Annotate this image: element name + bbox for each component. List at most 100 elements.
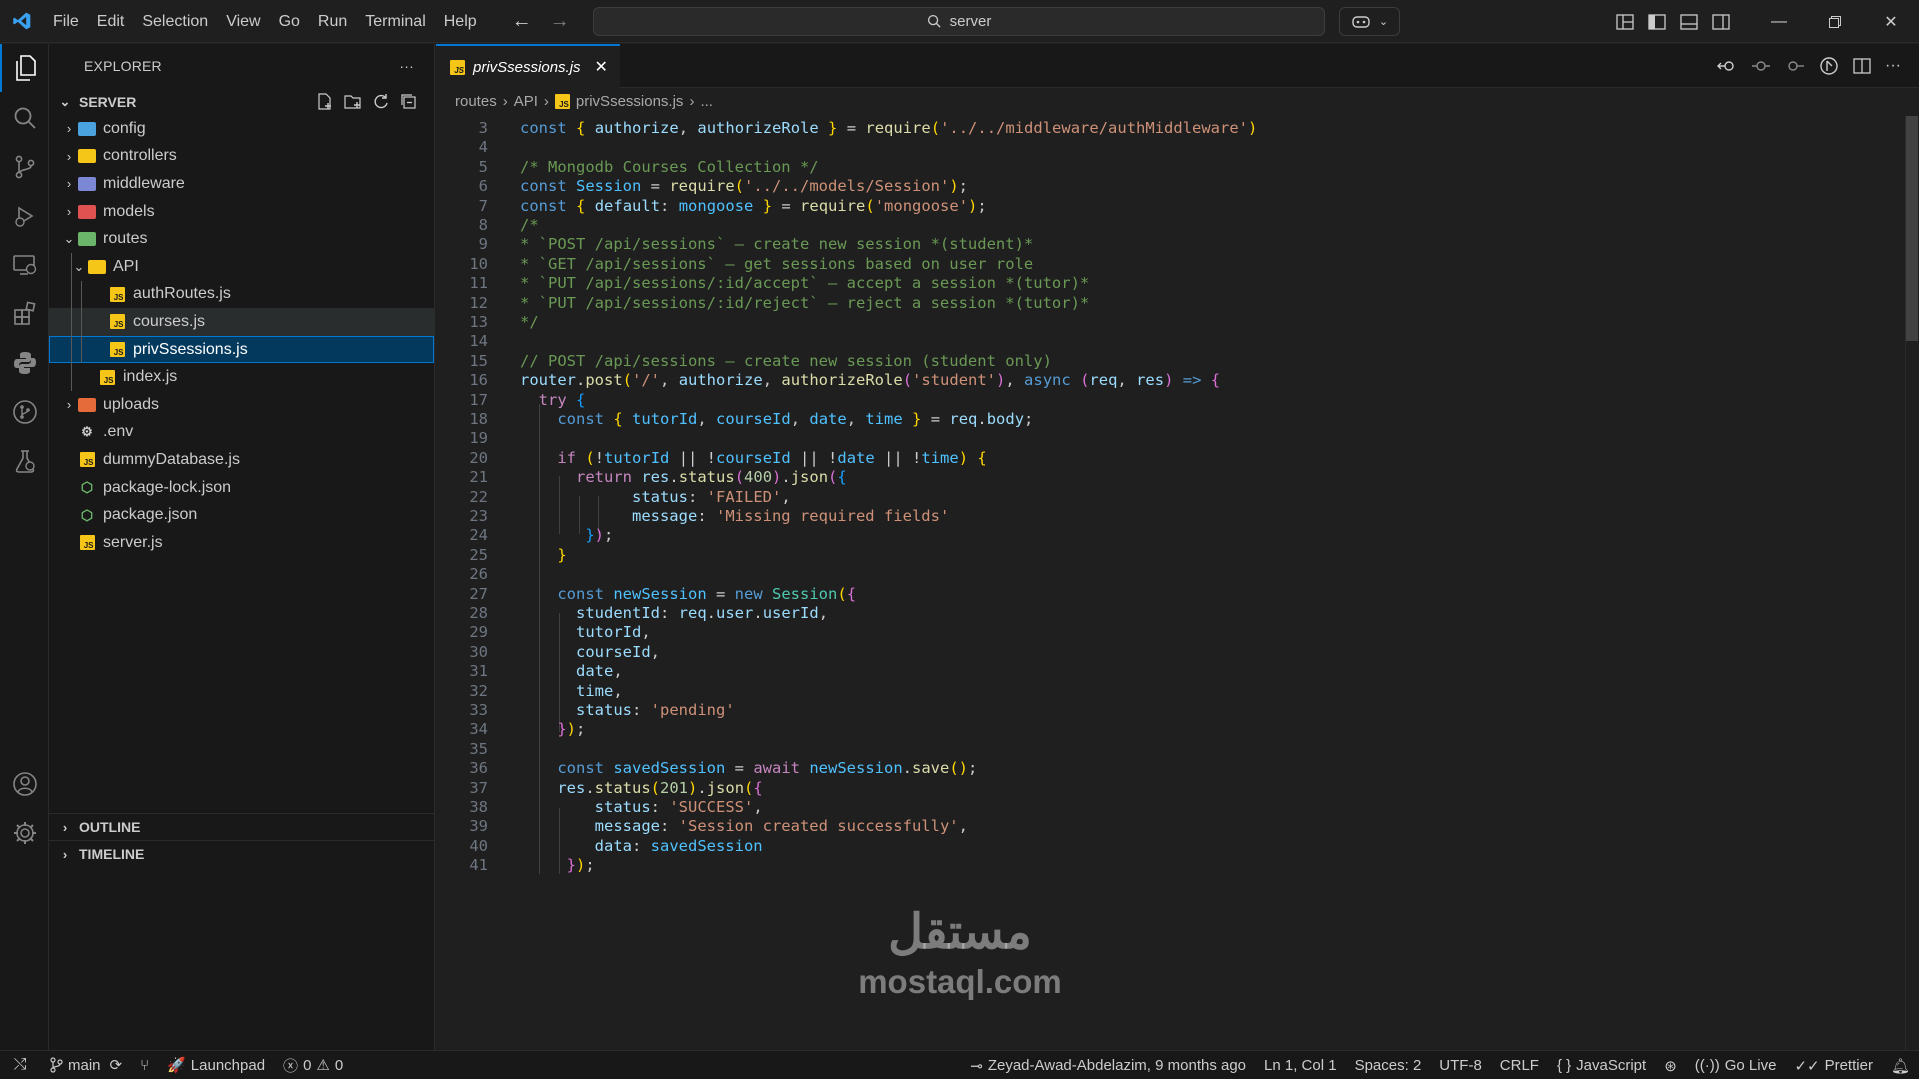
menu-bar: File Edit Selection View Go Run Terminal… — [44, 0, 486, 43]
problems-status[interactable]: ⓧ 0 ⚠ 0 — [274, 1051, 352, 1079]
chevron-right-icon: › — [62, 819, 68, 835]
menu-selection[interactable]: Selection — [133, 0, 217, 43]
testing-icon[interactable] — [0, 437, 49, 485]
tree-file-package[interactable]: ⬡ package.json — [49, 501, 434, 529]
js-file-icon: JS — [554, 94, 570, 109]
remote-indicator[interactable]: ⤭ — [0, 1051, 40, 1079]
scrollbar-thumb[interactable] — [1906, 116, 1918, 341]
toggle-primary-sidebar-icon[interactable] — [1648, 13, 1666, 30]
tree-folder-models[interactable]: › models — [49, 198, 434, 226]
tree-file-dummydatabase[interactable]: JS dummyDatabase.js — [49, 446, 434, 474]
menu-run[interactable]: Run — [309, 0, 356, 43]
tree-folder-controllers[interactable]: › controllers — [49, 143, 434, 171]
breadcrumb-item[interactable]: ... — [700, 93, 713, 110]
copilot-icon: ⊛ — [1664, 1057, 1677, 1075]
explorer-icon[interactable] — [0, 44, 49, 92]
go-forward-changes-icon[interactable] — [1785, 58, 1805, 74]
toggle-panel-icon[interactable] — [1680, 13, 1698, 30]
close-window-button[interactable]: ✕ — [1863, 0, 1919, 43]
toggle-secondary-sidebar-icon[interactable] — [1712, 13, 1730, 30]
menu-file[interactable]: File — [44, 0, 88, 43]
breadcrumb-item[interactable]: API — [514, 93, 538, 110]
explorer-sidebar: EXPLORER ··· ⌄ SERVER › config › control… — [49, 44, 435, 1050]
indent-guide — [71, 363, 72, 391]
tree-folder-config[interactable]: › config — [49, 115, 434, 143]
menu-terminal[interactable]: Terminal — [356, 0, 434, 43]
open-changes-icon[interactable] — [1819, 56, 1839, 76]
tree-file-privssessions[interactable]: JS privSsessions.js — [49, 335, 434, 364]
branch-indicator[interactable]: main ⟳ — [40, 1051, 131, 1079]
search-icon[interactable] — [0, 94, 49, 142]
tree-file-courses[interactable]: JS courses.js — [49, 308, 434, 336]
menu-view[interactable]: View — [217, 0, 269, 43]
go-back-changes-icon[interactable] — [1717, 58, 1737, 74]
tree-folder-api[interactable]: ⌄ API — [49, 252, 434, 281]
eol-status[interactable]: CRLF — [1491, 1051, 1548, 1079]
search-icon — [927, 14, 941, 28]
broadcast-icon: ((·)) — [1694, 1057, 1720, 1074]
menu-edit[interactable]: Edit — [88, 0, 134, 43]
menu-help[interactable]: Help — [435, 0, 486, 43]
more-actions-icon[interactable]: ··· — [399, 58, 414, 74]
restore-button[interactable] — [1807, 0, 1863, 43]
gear-icon[interactable] — [0, 809, 49, 857]
commit-icon[interactable] — [1751, 58, 1771, 74]
account-icon[interactable] — [0, 760, 49, 808]
timeline-title: TIMELINE — [79, 846, 145, 862]
remote-explorer-icon[interactable] — [0, 241, 49, 289]
indentation-status[interactable]: Spaces: 2 — [1346, 1051, 1431, 1079]
breadcrumb-item[interactable]: routes — [455, 93, 497, 110]
customize-layout-icon[interactable] — [1616, 13, 1634, 30]
js-file-icon: JS — [97, 368, 117, 386]
launchpad-status[interactable]: 🚀 Launchpad — [158, 1051, 274, 1079]
settings-file-icon: ⚙ — [81, 424, 93, 440]
tree-item-label: .env — [103, 423, 134, 441]
forward-arrow-icon[interactable]: → — [550, 10, 570, 33]
tree-folder-routes[interactable]: ⌄ routes — [49, 225, 434, 253]
python-icon[interactable] — [0, 339, 49, 387]
tab-privssessions[interactable]: JS privSsessions.js ✕ — [436, 44, 620, 88]
chevron-right-icon: › — [66, 204, 72, 220]
folder-uploads-icon — [77, 396, 97, 414]
language-mode[interactable]: { } JavaScript — [1548, 1051, 1655, 1079]
cursor-position[interactable]: Ln 1, Col 1 — [1255, 1051, 1346, 1079]
refresh-icon[interactable] — [372, 93, 390, 111]
notifications-button[interactable]: 🔔︎ — [1882, 1051, 1919, 1079]
editor-scrollbar[interactable] — [1905, 116, 1919, 1050]
tree-item-label: courses.js — [133, 312, 206, 330]
tree-folder-uploads[interactable]: › uploads — [49, 391, 434, 419]
close-icon[interactable]: ✕ — [595, 57, 608, 77]
git-blame-status[interactable]: ⊸ Zeyad-Awad-Abdelazim, 9 months ago — [961, 1051, 1255, 1079]
back-arrow-icon[interactable]: ← — [512, 10, 532, 33]
encoding-status[interactable]: UTF-8 — [1430, 1051, 1491, 1079]
tree-file-authroutes[interactable]: JS authRoutes.js — [49, 280, 434, 309]
code-editor[interactable]: 3 const { authorize, authorizeRole } = re… — [436, 116, 1919, 1050]
git-graph-status[interactable]: ⑂ — [131, 1051, 158, 1079]
collapse-all-icon[interactable] — [400, 93, 418, 111]
more-actions-icon[interactable]: ··· — [1885, 57, 1901, 75]
tree-file-index[interactable]: JS index.js — [49, 363, 434, 391]
new-file-icon[interactable] — [316, 92, 334, 111]
new-folder-icon[interactable] — [344, 93, 362, 111]
timeline-section-header[interactable]: › TIMELINE — [49, 840, 435, 867]
copilot-button[interactable]: ⌄ — [1339, 7, 1400, 36]
copilot-status[interactable]: ⊛ — [1655, 1051, 1686, 1079]
tree-file-server[interactable]: JS server.js — [49, 529, 434, 557]
command-center-search[interactable]: server — [593, 7, 1325, 36]
run-debug-icon[interactable] — [0, 192, 49, 240]
tree-folder-middleware[interactable]: › middleware — [49, 170, 434, 198]
extensions-icon[interactable] — [0, 290, 49, 338]
source-control-icon[interactable] — [0, 143, 49, 191]
workspace-section-header[interactable]: ⌄ SERVER — [49, 88, 434, 115]
tree-file-package-lock[interactable]: ⬡ package-lock.json — [49, 474, 434, 502]
tree-file-env[interactable]: ⚙ .env — [49, 419, 434, 447]
go-live-button[interactable]: ((·)) Go Live — [1686, 1051, 1786, 1079]
breadcrumb-item[interactable]: privSsessions.js — [576, 93, 684, 110]
menu-go[interactable]: Go — [270, 0, 309, 43]
git-graph-icon[interactable] — [0, 388, 49, 436]
outline-section-header[interactable]: › OUTLINE — [49, 813, 435, 840]
chevron-right-icon: › — [66, 397, 72, 413]
minimize-button[interactable]: — — [1751, 0, 1807, 43]
prettier-status[interactable]: ✓✓ Prettier — [1785, 1051, 1882, 1079]
split-editor-icon[interactable] — [1853, 58, 1871, 74]
